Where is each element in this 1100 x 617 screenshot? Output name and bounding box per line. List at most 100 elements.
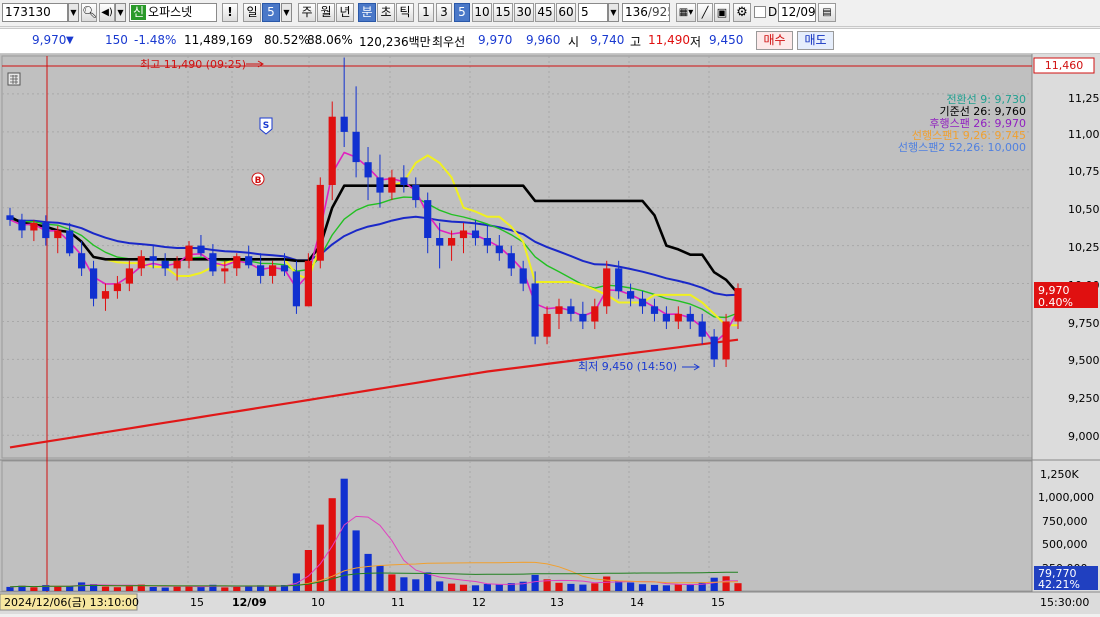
minute-3-button[interactable]: 3 [436, 3, 452, 22]
volume-bar [698, 582, 706, 591]
chart-tools-button[interactable]: ▦▾ [676, 3, 696, 22]
stock-code-dropdown[interactable]: ▼ [68, 3, 79, 22]
calendar-icon: ▤ [822, 7, 832, 18]
candle-body [90, 268, 98, 299]
tab-week[interactable]: 주 [298, 3, 316, 22]
minute-5-button[interactable]: 5 [454, 3, 470, 22]
price-tick: 11,000 [1068, 128, 1100, 141]
candle-body [567, 306, 575, 314]
search-icon: 🔍︎ [82, 5, 98, 19]
volume-bar [161, 587, 169, 591]
candle-body [30, 222, 38, 231]
candle-body [543, 313, 551, 337]
sound-button[interactable]: ◀) [99, 3, 115, 22]
minute-1-button[interactable]: 1 [418, 3, 434, 22]
candle-body [233, 256, 241, 269]
date-input[interactable]: 12/09 [778, 3, 816, 22]
volume-bar [591, 583, 599, 591]
candle-body [615, 268, 623, 292]
search-button[interactable]: 🔍︎ [81, 3, 97, 22]
candle-body [209, 253, 217, 272]
volume-bar [101, 586, 110, 591]
candle-body [137, 256, 145, 269]
time-label: 12 [472, 596, 486, 609]
candle-body [495, 245, 503, 254]
interval-input[interactable]: 5 [578, 3, 608, 22]
candle-body [42, 222, 50, 239]
tab-second[interactable]: 초 [377, 3, 395, 22]
price-change: 150 [105, 33, 128, 47]
candle-body [579, 313, 587, 322]
candle-body [674, 313, 682, 322]
time-label: 13 [550, 596, 564, 609]
volume-bar [173, 586, 181, 591]
candle-body [471, 230, 480, 239]
tab-day[interactable]: 일 [243, 3, 261, 22]
volume-bar [734, 583, 742, 591]
time-label: 12/09 [232, 596, 267, 609]
ratio-2: 88.06% [307, 33, 353, 47]
screenshot-button[interactable]: ▣ [714, 3, 730, 22]
candle-body [173, 260, 181, 269]
candle-body [66, 230, 74, 254]
price-chart-area[interactable]: 최고 11,490 (09:25) 최저 9,450 (14:50) B S 전… [0, 54, 1100, 614]
candle-body [113, 283, 121, 292]
candle-body [638, 298, 647, 307]
chart-tools-icon: ▦▾ [678, 7, 694, 18]
tab-month[interactable]: 월 [317, 3, 335, 22]
candle-body [280, 265, 289, 272]
low-label: 저 [690, 35, 702, 49]
sell-signal-text: S [263, 121, 269, 131]
calendar-button[interactable]: ▤ [818, 3, 836, 22]
minute-60-button[interactable]: 60 [556, 3, 576, 22]
price-change-pct: -1.48% [134, 33, 177, 47]
candle-body [388, 177, 396, 193]
chevron-down-icon: ▼ [117, 8, 124, 17]
candle-body [364, 162, 372, 178]
candlestick-chart[interactable]: 최고 11,490 (09:25) 최저 9,450 (14:50) B S 전… [0, 54, 1100, 614]
tab-year[interactable]: 년 [336, 3, 354, 22]
volume-bar [352, 530, 360, 591]
tab-multi-day[interactable]: 5 [262, 3, 280, 22]
sell-button[interactable]: 매도 [797, 31, 834, 50]
interval-dropdown[interactable]: ▼ [608, 3, 619, 22]
candle-body [424, 200, 432, 238]
date-value: 12/09 [781, 5, 816, 19]
gear-icon: ⚙ [736, 5, 748, 20]
stock-name-field[interactable]: 신 오파스넷 [129, 3, 217, 22]
quote-info-bar: 9,970 ▼ 150 -1.48% 11,489,169 80.52% 88.… [0, 28, 1100, 54]
volume-bar [722, 576, 730, 591]
volume-bar [627, 582, 635, 591]
draw-line-button[interactable]: ╱ [697, 3, 713, 22]
low-price: 9,450 [709, 33, 744, 47]
minute-10-button[interactable]: 10 [472, 3, 492, 22]
tab-minute[interactable]: 분 [358, 3, 376, 22]
time-label: 11 [391, 596, 405, 609]
day-count-dropdown[interactable]: ▼ [281, 3, 292, 22]
price-tick: 9,750 [1068, 317, 1100, 330]
candle-body [436, 238, 444, 246]
volume-bar [531, 574, 539, 591]
stock-name: 오파스넷 [148, 5, 193, 19]
sound-dropdown[interactable]: ▼ [115, 3, 126, 22]
count-input[interactable]: 136/925 [622, 3, 670, 22]
minute-45-button[interactable]: 45 [535, 3, 555, 22]
count-value: 136 [625, 5, 648, 19]
buy-button[interactable]: 매수 [756, 31, 793, 50]
volume-bar [78, 582, 86, 591]
trend-line-icon: ╱ [701, 6, 709, 19]
candle-body [627, 291, 635, 299]
alert-button[interactable]: ! [222, 3, 238, 22]
minute-15-button[interactable]: 15 [493, 3, 513, 22]
volume-bar [30, 587, 38, 591]
tab-tick[interactable]: 틱 [396, 3, 414, 22]
best-ask-label: 최우선 [432, 35, 466, 49]
settings-button[interactable]: ⚙ [733, 3, 751, 22]
candle-body [257, 265, 265, 276]
date-checkbox[interactable] [754, 6, 766, 18]
volume-bar [6, 586, 14, 591]
minute-30-button[interactable]: 30 [514, 3, 534, 22]
candle-body [6, 215, 14, 220]
candle-body [710, 336, 718, 360]
stock-code-input[interactable]: 173130 [2, 3, 68, 22]
